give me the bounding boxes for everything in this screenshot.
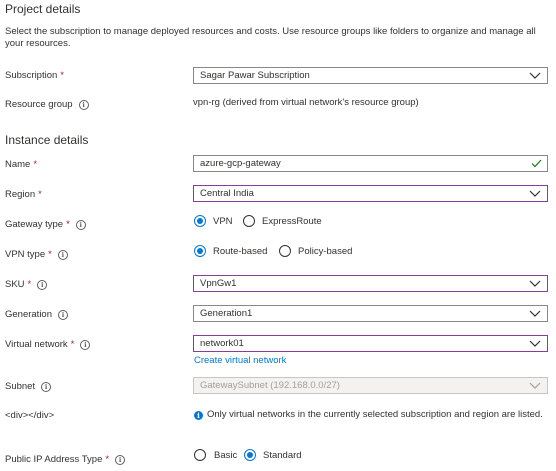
vpn-type-label: VPN type * i (5, 249, 68, 260)
sku-label-text: SKU (5, 279, 25, 290)
create-virtual-network-link[interactable]: Create virtual network (194, 355, 286, 366)
region-label-text: Region (5, 189, 36, 200)
virtual-network-value: network01 (200, 338, 244, 349)
required-marker: * (70, 339, 75, 350)
generation-label-text: Generation (5, 309, 53, 320)
subscription-label-text: Subscription (5, 70, 58, 81)
checkmark-icon (531, 159, 542, 168)
resource-group-value: vpn-rg (derived from virtual network's r… (193, 97, 419, 108)
subscription-value: Sagar Pawar Subscription (200, 70, 310, 81)
gateway-type-label-text: Gateway type (5, 219, 64, 230)
chevron-down-icon (529, 340, 541, 347)
project-details-description: Select the subscription to manage deploy… (5, 26, 536, 49)
chevron-down-icon (529, 382, 541, 389)
virtual-network-dropdown[interactable]: network01 (193, 335, 548, 352)
subnet-label-text: Subnet (5, 381, 36, 392)
sku-label: SKU * i (5, 279, 48, 290)
gateway-type-expressroute-radio[interactable] (243, 215, 255, 227)
generation-dropdown[interactable]: Generation1 (193, 305, 548, 322)
public-ip-standard-label[interactable]: Standard (263, 450, 302, 461)
resource-group-label-text: Resource group (5, 99, 73, 110)
info-icon: i (194, 411, 203, 420)
name-label: Name * (5, 159, 37, 170)
chevron-down-icon (529, 280, 541, 287)
info-icon[interactable]: i (75, 219, 86, 230)
vpn-type-label-text: VPN type (5, 249, 46, 260)
virtual-network-label-text: Virtual network (5, 339, 68, 350)
info-icon[interactable]: i (78, 99, 89, 110)
info-icon[interactable]: i (58, 309, 69, 320)
generation-value: Generation1 (200, 308, 253, 319)
region-value: Central India (200, 188, 254, 199)
name-value: azure-gcp-gateway (200, 158, 281, 169)
subscription-label: Subscription * (5, 70, 64, 81)
info-icon[interactable]: i (41, 381, 52, 392)
info-icon[interactable]: i (57, 249, 68, 260)
required-marker: * (48, 249, 52, 260)
required-marker: * (33, 159, 38, 170)
resource-group-label: Resource group i (5, 99, 89, 110)
public-ip-type-label: Public IP Address Type * i (5, 454, 126, 465)
subscription-dropdown[interactable]: Sagar Pawar Subscription (193, 67, 548, 84)
required-marker: * (38, 189, 42, 200)
vpn-type-policy-based-radio[interactable] (279, 245, 291, 257)
project-details-heading: Project details (5, 2, 81, 16)
chevron-down-icon (529, 310, 541, 317)
required-marker: * (27, 279, 32, 290)
public-ip-basic-radio[interactable] (194, 449, 206, 461)
vpn-type-route-based-radio[interactable] (194, 245, 206, 257)
gateway-type-expressroute-label[interactable]: ExpressRoute (262, 216, 322, 227)
gateway-type-vpn-radio[interactable] (194, 215, 206, 227)
subnet-dropdown: GatewaySubnet (192.168.0.0/27) (193, 377, 548, 394)
gateway-type-label: Gateway type * i (5, 219, 86, 230)
instance-details-heading: Instance details (5, 133, 89, 147)
info-icon[interactable]: i (37, 279, 48, 290)
info-icon[interactable]: i (80, 339, 91, 350)
sku-dropdown[interactable]: VpnGw1 (193, 275, 548, 292)
gateway-type-vpn-label[interactable]: VPN (213, 216, 233, 227)
info-icon[interactable]: i (115, 454, 126, 465)
generation-label: Generation i (5, 309, 69, 320)
name-input[interactable]: azure-gcp-gateway (193, 155, 548, 172)
public-ip-basic-label[interactable]: Basic (214, 450, 237, 461)
chevron-down-icon (529, 72, 541, 79)
required-marker: * (66, 219, 70, 230)
region-dropdown[interactable]: Central India (193, 185, 548, 202)
virtual-network-label: Virtual network * i (5, 339, 91, 350)
chevron-down-icon (529, 190, 541, 197)
public-ip-standard-radio[interactable] (244, 449, 256, 461)
required-marker: * (60, 70, 64, 81)
virtual-network-info-message: Only virtual networks in the currently s… (207, 409, 543, 420)
stray-div-label: <div></div> (5, 410, 55, 421)
public-ip-type-label-text: Public IP Address Type (5, 454, 103, 465)
name-label-text: Name (5, 159, 31, 170)
region-label: Region * (5, 189, 42, 200)
subnet-label: Subnet i (5, 381, 52, 392)
sku-value: VpnGw1 (200, 278, 237, 289)
required-marker: * (105, 454, 110, 465)
vpn-type-route-based-label[interactable]: Route-based (213, 246, 267, 257)
vpn-type-policy-based-label[interactable]: Policy-based (298, 246, 352, 257)
subnet-value: GatewaySubnet (192.168.0.0/27) (200, 380, 340, 391)
